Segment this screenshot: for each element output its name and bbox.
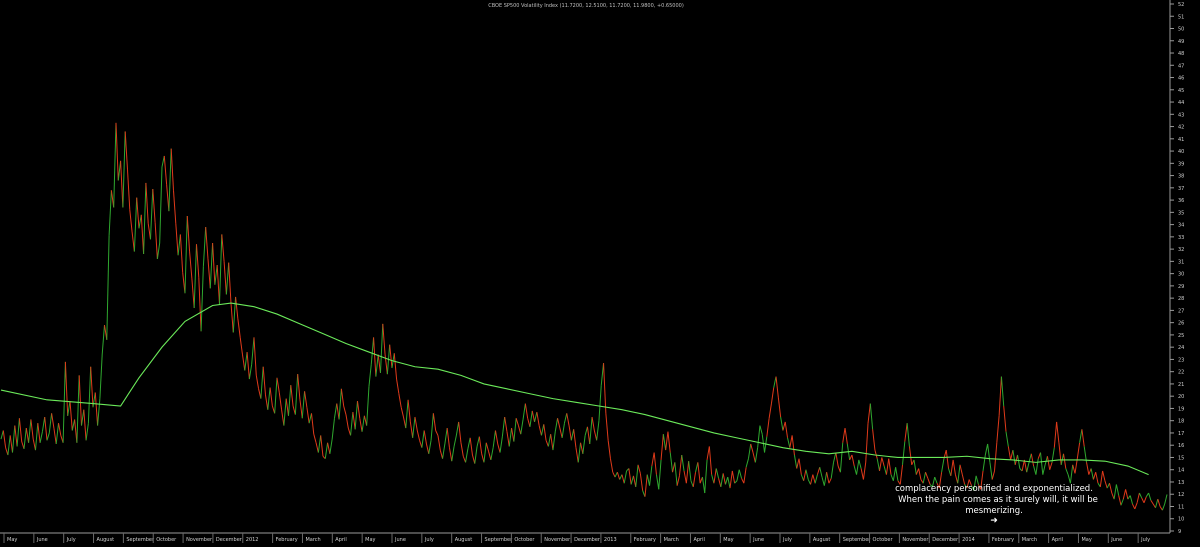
chart-background (0, 0, 1200, 543)
y-tick-label: 47 (1178, 63, 1184, 69)
x-tick-label: August (455, 537, 473, 543)
x-tick-label: March (305, 537, 320, 543)
y-tick-label: 10 (1178, 517, 1184, 523)
x-tick-label: October (873, 537, 894, 543)
y-tick-label: 52 (1178, 2, 1184, 8)
x-tick-label: July (1140, 537, 1150, 543)
x-tick-label: November (186, 537, 213, 543)
x-tick-label: October (514, 537, 535, 543)
x-tick-label: July (66, 537, 76, 543)
x-tick-label: September (485, 537, 514, 543)
x-tick-label: August (813, 537, 831, 543)
y-tick-label: 43 (1178, 112, 1184, 118)
y-tick-label: 28 (1178, 296, 1184, 302)
y-tick-label: 48 (1178, 51, 1184, 57)
y-tick-label: 45 (1178, 88, 1184, 94)
x-tick-label: December (932, 537, 959, 543)
y-tick-label: 38 (1178, 174, 1184, 180)
x-tick-label: June (1110, 537, 1122, 543)
x-tick-label: November (544, 537, 571, 543)
y-tick-label: 21 (1178, 382, 1184, 388)
y-tick-label: 17 (1178, 431, 1184, 437)
y-tick-label: 30 (1178, 272, 1184, 278)
x-tick-label: 2013 (604, 537, 617, 543)
y-tick-label: 24 (1178, 345, 1184, 351)
x-tick-label: April (693, 537, 704, 543)
y-tick-label: 22 (1178, 370, 1184, 376)
y-tick-label: 25 (1178, 333, 1184, 339)
y-tick-label: 46 (1178, 76, 1184, 82)
x-tick-label: March (664, 537, 679, 543)
y-tick-label: 42 (1178, 125, 1184, 131)
x-tick-label: 2014 (962, 537, 975, 543)
x-tick-label: June (752, 537, 764, 543)
x-tick-label: May (7, 537, 17, 543)
y-tick-label: 12 (1178, 492, 1184, 498)
x-tick-label: June (36, 537, 48, 543)
x-tick-label: July (424, 537, 434, 543)
y-tick-label: 36 (1178, 198, 1184, 204)
y-tick-label: 41 (1178, 137, 1184, 143)
y-tick-label: 23 (1178, 357, 1184, 363)
y-tick-label: 32 (1178, 247, 1184, 253)
y-tick-label: 19 (1178, 406, 1184, 412)
y-tick-label: 51 (1178, 14, 1184, 20)
y-tick-label: 27 (1178, 308, 1184, 314)
y-tick-label: 44 (1178, 100, 1184, 106)
annotation-line-3: mesmerizing. (965, 506, 1023, 516)
volatility-chart: CBOE SP500 Volatility Index (11.7200, 12… (0, 0, 1200, 543)
x-tick-label: March (1022, 537, 1037, 543)
y-tick-label: 11 (1178, 504, 1184, 510)
x-tick-label: February (634, 537, 656, 543)
y-tick-label: 35 (1178, 210, 1184, 216)
y-tick-label: 40 (1178, 149, 1184, 155)
x-tick-label: October (156, 537, 177, 543)
x-tick-label: 2012 (246, 537, 259, 543)
x-tick-label: February (992, 537, 1014, 543)
y-tick-label: 49 (1178, 39, 1184, 45)
y-tick-label: 39 (1178, 161, 1184, 167)
y-tick-label: 37 (1178, 186, 1184, 192)
chart-root: CBOE SP500 Volatility Index (11.7200, 12… (0, 0, 1200, 543)
x-tick-label: December (216, 537, 243, 543)
x-tick-label: May (1081, 537, 1091, 543)
y-tick-label: 20 (1178, 394, 1184, 400)
chart-title: CBOE SP500 Volatility Index (11.7200, 12… (488, 3, 684, 9)
x-tick-label: September (126, 537, 155, 543)
annotation-line-1: complacency personified and exponentiali… (895, 484, 1093, 494)
y-tick-label: 34 (1178, 223, 1184, 229)
x-tick-label: June (394, 537, 406, 543)
y-tick-label: 26 (1178, 321, 1184, 327)
x-tick-label: December (574, 537, 601, 543)
annotation-line-2: When the pain comes as it surely will, i… (898, 495, 1098, 505)
y-tick-label: 14 (1178, 468, 1184, 474)
x-tick-label: May (723, 537, 733, 543)
x-tick-label: February (276, 537, 298, 543)
annotation-arrow-icon: ➜ (990, 516, 998, 526)
x-tick-label: April (1052, 537, 1063, 543)
y-tick-label: 31 (1178, 259, 1184, 265)
x-tick-label: September (843, 537, 872, 543)
x-tick-label: July (782, 537, 792, 543)
x-tick-label: April (335, 537, 346, 543)
y-tick-label: 33 (1178, 235, 1184, 241)
x-tick-label: August (97, 537, 115, 543)
y-tick-label: 13 (1178, 480, 1184, 486)
y-tick-label: 9 (1178, 529, 1181, 535)
y-tick-label: 18 (1178, 419, 1184, 425)
x-tick-label: May (365, 537, 375, 543)
x-tick-label: November (902, 537, 929, 543)
y-tick-label: 29 (1178, 284, 1184, 290)
y-tick-label: 50 (1178, 27, 1184, 33)
y-tick-label: 16 (1178, 443, 1184, 449)
y-tick-label: 15 (1178, 455, 1184, 461)
